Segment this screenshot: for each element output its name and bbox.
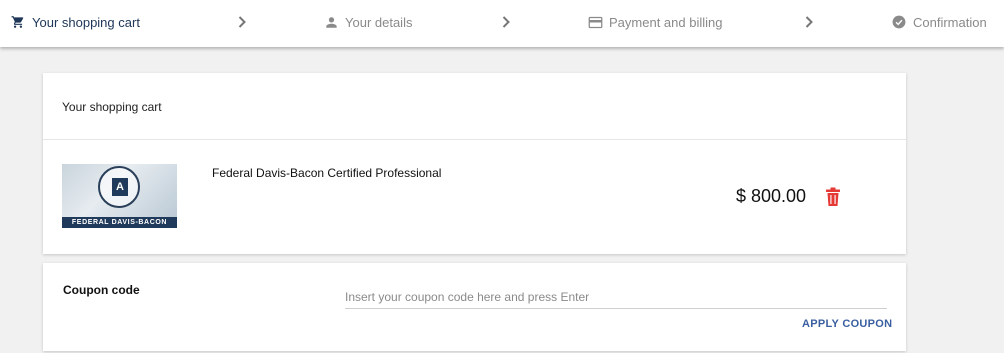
step-label: Your shopping cart [32,14,140,30]
delete-item-button[interactable] [825,187,841,207]
cart-title: Your shopping cart [62,100,162,114]
credit-card-icon [587,14,603,30]
trash-icon [826,187,840,206]
step-payment-billing[interactable]: Payment and billing [587,13,722,31]
coupon-card: Coupon code APPLY COUPON [43,263,906,351]
step-confirmation[interactable]: Confirmation [891,13,987,31]
step-label: Your details [345,14,413,30]
apply-coupon-button[interactable]: APPLY COUPON [802,318,892,330]
thumbnail-badge: A [112,178,128,196]
product-name: Federal Davis-Bacon Certified Profession… [212,166,442,180]
product-price: $ 800.00 [736,186,807,206]
checkout-stepper: Your shopping cart Your details Payment … [0,0,1004,47]
product-thumbnail: A FEDERAL DAVIS-BACON [62,164,177,228]
cart-header: Your shopping cart [43,73,906,140]
chevron-right-icon [500,13,512,31]
step-your-details[interactable]: Your details [323,13,412,31]
chevron-right-icon [803,13,815,31]
coupon-label: Coupon code [63,283,140,297]
step-label: Confirmation [913,14,987,30]
step-shopping-cart[interactable]: Your shopping cart [10,13,140,31]
thumbnail-band: FEDERAL DAVIS-BACON [62,217,177,228]
shopping-cart-icon [10,14,26,30]
step-label: Payment and billing [609,14,723,30]
cart-item: A FEDERAL DAVIS-BACON Federal Davis-Baco… [43,140,906,253]
person-icon [323,14,339,30]
check-circle-icon [891,14,907,30]
shopping-cart-card: Your shopping cart A FEDERAL DAVIS-BACON… [43,73,906,254]
chevron-right-icon [236,13,248,31]
coupon-input[interactable] [345,285,887,309]
